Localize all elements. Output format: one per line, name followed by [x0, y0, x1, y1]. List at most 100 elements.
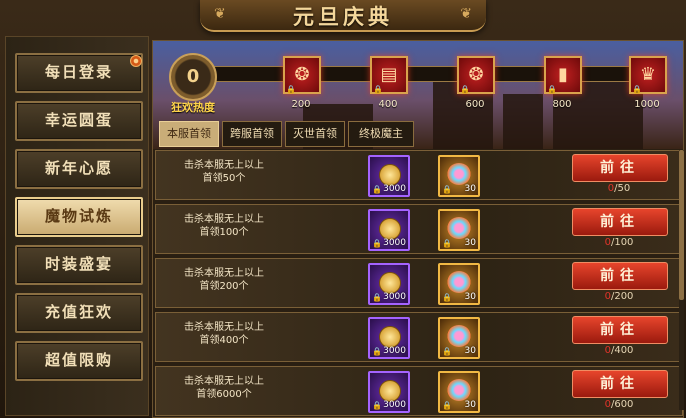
task-list-scrollbar[interactable] [679, 150, 684, 410]
task-desc-line2: 首领100个 [199, 227, 249, 238]
go-button[interactable]: 前往 [572, 154, 668, 182]
go-button[interactable]: 前往 [572, 316, 668, 344]
go-button[interactable]: 前往 [572, 370, 668, 398]
ornament-left-icon: ❦ [214, 6, 226, 22]
milestone-chest-4[interactable]: ▮ 🔒 [544, 56, 582, 94]
heat-progress-track [195, 66, 665, 82]
progress-current: 0 [604, 291, 611, 302]
task-progress: 0/200 [604, 291, 634, 302]
task-description: 击杀本服无上以上 首领50个 [174, 159, 274, 185]
scrollbar-thumb[interactable] [679, 150, 684, 300]
gold-coin-icon [379, 272, 401, 294]
reward-item-fireworks[interactable]: 🔒 30 [438, 209, 480, 251]
progress-target: 400 [614, 345, 634, 356]
sidebar-item-recharge-carnival[interactable]: 充值狂欢 [15, 293, 143, 333]
milestone-chest-5[interactable]: ♛ 🔒 [629, 56, 667, 94]
task-progress: 0/50 [607, 183, 631, 194]
sidebar-item-limited-purchase[interactable]: 超值限购 [15, 341, 143, 381]
progress-target: 100 [614, 237, 634, 248]
gold-coin-icon [379, 326, 401, 348]
hero-banner: 0 狂欢热度 ❂ 🔒 200 ▤ 🔒 400 ❂ 🔒 600 ▮ 🔒 800 ♛ 🔒 10… [153, 41, 683, 149]
reward-item-fireworks[interactable]: 🔒 30 [438, 155, 480, 197]
reward-item-fireworks[interactable]: 🔒 30 [438, 371, 480, 413]
sidebar-item-label: 幸运圆蛋 [44, 111, 113, 129]
sidebar-item-label: 时装盛宴 [44, 255, 113, 273]
task-row: 击杀本服无上以上 首领100个 🔒 3000 🔒 30 前往 0/100 [155, 204, 683, 254]
lock-icon: 🔒 [372, 401, 382, 410]
reward-quantity: 30 [464, 400, 476, 410]
reward-quantity: 30 [464, 346, 476, 356]
progress-target: 200 [614, 291, 634, 302]
milestone-value: 1000 [634, 99, 660, 110]
title-banner: ❦ 元旦庆典 ❦ [200, 0, 486, 32]
reward-item-coin[interactable]: 🔒 3000 [368, 263, 410, 305]
lock-icon: 🔒 [442, 347, 452, 356]
task-desc-line2: 首领200个 [199, 281, 249, 292]
progress-current: 0 [604, 237, 611, 248]
heat-counter: 0 [169, 53, 217, 101]
milestone-value: 800 [552, 99, 572, 110]
reward-quantity: 3000 [383, 238, 406, 248]
go-button[interactable]: 前往 [572, 262, 668, 290]
lock-icon: 🔒 [372, 293, 382, 302]
lock-icon: 🔒 [442, 185, 452, 194]
task-desc-line1: 击杀本服无上以上 [184, 214, 264, 225]
sidebar-item-new-year-wish[interactable]: 新年心愿 [15, 149, 143, 189]
event-window: ❦ 元旦庆典 ❦ 每日登录 幸运圆蛋 新年心愿 魔物试炼 时装盛宴 充值狂欢 超… [0, 0, 686, 418]
scroll-icon: ▮ [558, 64, 568, 85]
task-row: 击杀本服无上以上 首领50个 🔒 3000 🔒 30 前往 0/50 [155, 150, 683, 200]
reward-item-coin[interactable]: 🔒 3000 [368, 209, 410, 251]
tab-doom-boss[interactable]: 灭世首领 [285, 121, 345, 147]
reward-item-coin[interactable]: 🔒 3000 [368, 371, 410, 413]
lock-icon: 🔒 [460, 85, 470, 94]
sidebar-item-monster-trial[interactable]: 魔物试炼 [15, 197, 143, 237]
lock-icon: 🔒 [442, 401, 452, 410]
sidebar-item-label: 新年心愿 [44, 159, 113, 177]
tab-cross-server-boss[interactable]: 跨服首领 [222, 121, 282, 147]
reward-quantity: 3000 [383, 346, 406, 356]
milestone-chest-3[interactable]: ❂ 🔒 [457, 56, 495, 94]
milestone-chest-1[interactable]: ❂ 🔒 [283, 56, 321, 94]
task-description: 击杀本服无上以上 首领200个 [174, 267, 274, 293]
reward-item-fireworks[interactable]: 🔒 30 [438, 263, 480, 305]
lock-icon: 🔒 [442, 293, 452, 302]
task-desc-line1: 击杀本服无上以上 [184, 160, 264, 171]
progress-current: 0 [604, 345, 611, 356]
reward-quantity: 3000 [383, 184, 406, 194]
gold-coin-icon [379, 164, 401, 186]
sidebar: 每日登录 幸运圆蛋 新年心愿 魔物试炼 时装盛宴 充值狂欢 超值限购 [5, 36, 149, 416]
task-desc-line1: 击杀本服无上以上 [184, 268, 264, 279]
milestone-value: 200 [291, 99, 311, 110]
lock-icon: 🔒 [547, 85, 557, 94]
task-progress: 0/600 [604, 399, 634, 410]
reward-item-fireworks[interactable]: 🔒 30 [438, 317, 480, 359]
task-row: 击杀本服无上以上 首领6000个 🔒 3000 🔒 30 前往 0/600 [155, 366, 683, 416]
milestone-chest-2[interactable]: ▤ 🔒 [370, 56, 408, 94]
fireworks-icon [447, 163, 471, 185]
sidebar-item-daily-login[interactable]: 每日登录 [15, 53, 143, 93]
fireworks-icon [447, 379, 471, 401]
reward-item-coin[interactable]: 🔒 3000 [368, 155, 410, 197]
task-desc-line2: 首领400个 [199, 335, 249, 346]
ornament-right-icon: ❦ [460, 6, 472, 22]
notification-dot-icon [130, 55, 142, 67]
sidebar-item-label: 魔物试炼 [44, 207, 113, 225]
tab-local-boss[interactable]: 本服首领 [159, 121, 219, 147]
tab-ultimate-demon-lord[interactable]: 终极魔主 [348, 121, 414, 147]
page-title: 元旦庆典 [293, 4, 393, 29]
reward-quantity: 3000 [383, 292, 406, 302]
task-desc-line2: 首领6000个 [196, 389, 252, 400]
go-button[interactable]: 前往 [572, 208, 668, 236]
task-description: 击杀本服无上以上 首领400个 [174, 321, 274, 347]
lock-icon: 🔒 [286, 85, 296, 94]
lock-icon: 🔒 [372, 239, 382, 248]
progress-current: 0 [604, 399, 611, 410]
fireworks-icon [447, 271, 471, 293]
demon-box-icon: ❂ [294, 64, 310, 85]
reward-quantity: 3000 [383, 400, 406, 410]
task-progress: 0/100 [604, 237, 634, 248]
sidebar-item-fashion-feast[interactable]: 时装盛宴 [15, 245, 143, 285]
progress-target: 600 [614, 399, 634, 410]
sidebar-item-lucky-egg[interactable]: 幸运圆蛋 [15, 101, 143, 141]
reward-item-coin[interactable]: 🔒 3000 [368, 317, 410, 359]
